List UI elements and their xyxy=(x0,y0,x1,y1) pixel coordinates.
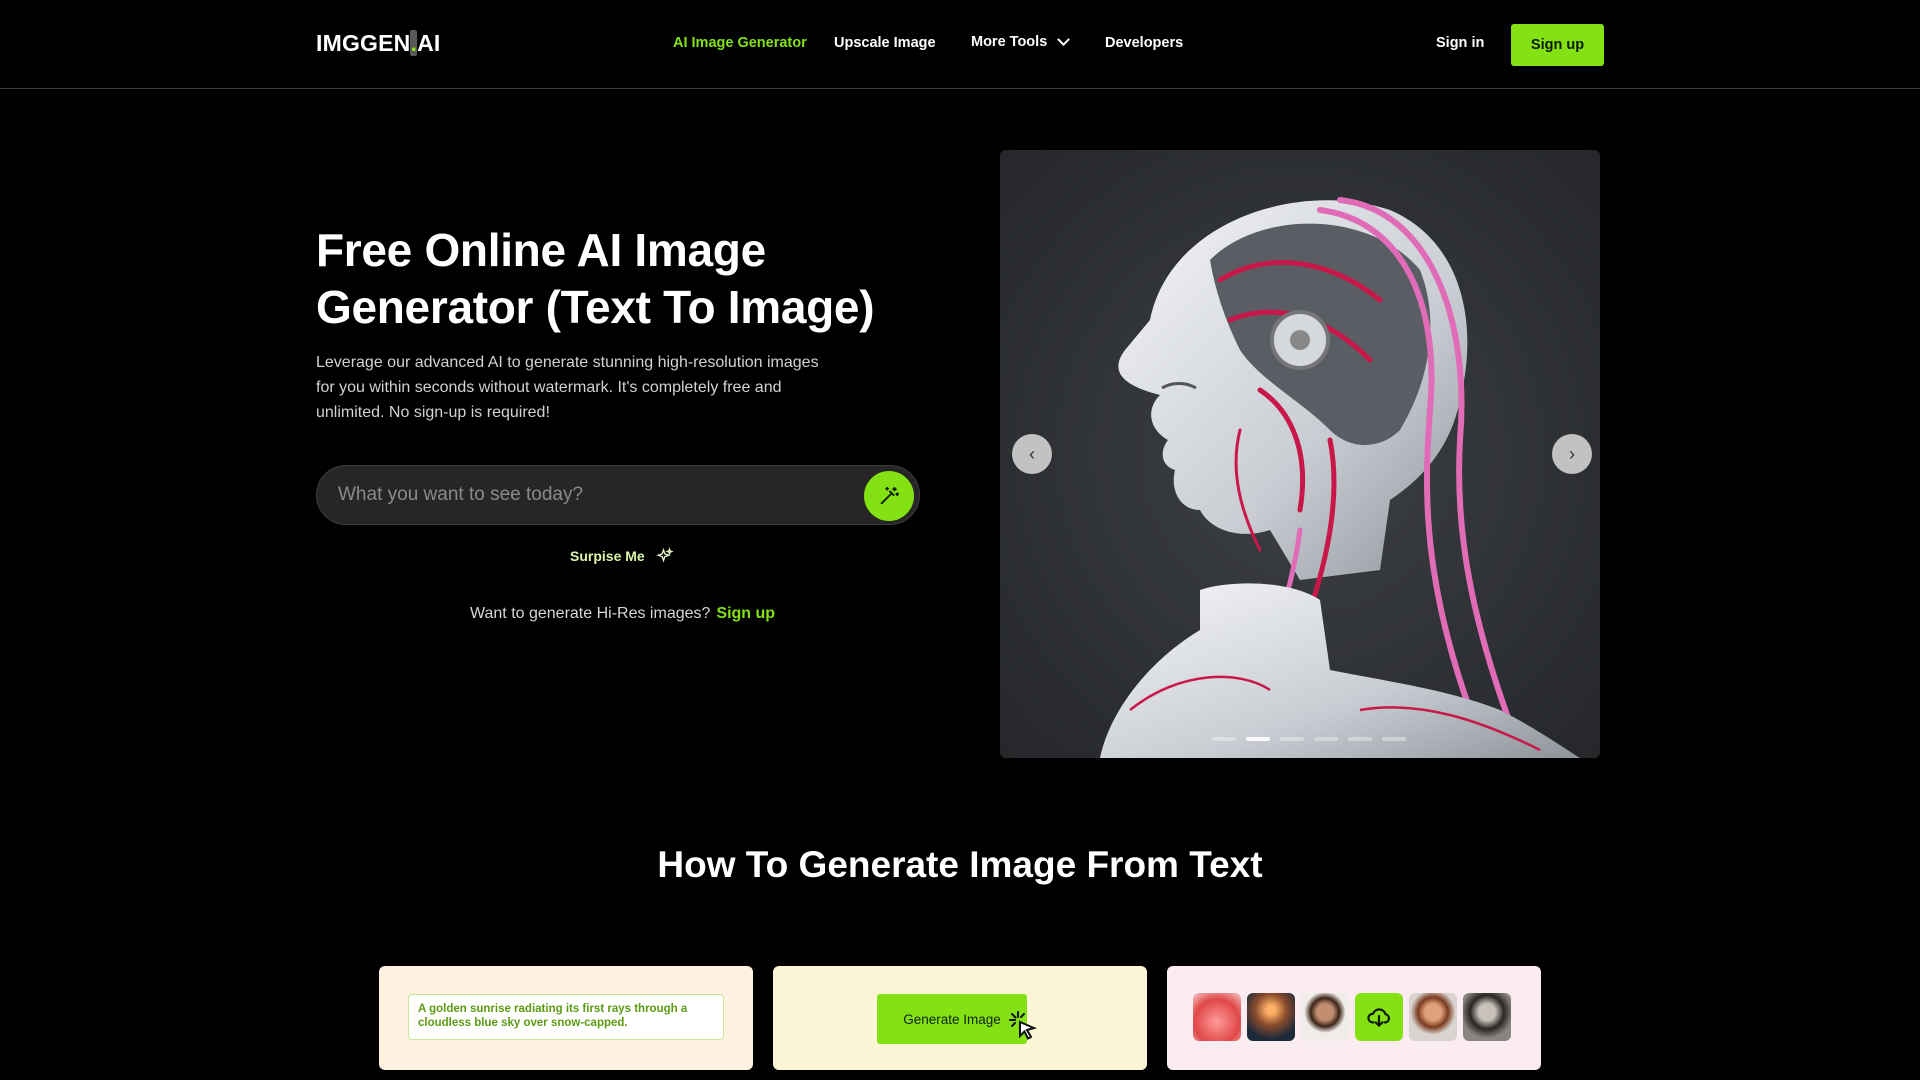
hires-sign-up-link[interactable]: Sign up xyxy=(716,605,775,623)
step-card-generate: Generate Image xyxy=(773,966,1147,1070)
magic-wand-icon xyxy=(880,486,900,505)
nav-developers[interactable]: Developers xyxy=(1105,35,1183,51)
surprise-me-button[interactable]: Surpise Me xyxy=(570,547,674,565)
chevron-down-icon xyxy=(1057,32,1071,46)
carousel-prev-button[interactable]: ‹ xyxy=(1012,434,1052,474)
carousel-next-button[interactable]: › xyxy=(1552,434,1592,474)
prompt-search-bar xyxy=(316,465,920,525)
step-card-download xyxy=(1167,966,1541,1070)
generated-thumbnails xyxy=(1193,993,1511,1041)
how-to-title: How To Generate Image From Text xyxy=(657,844,1263,885)
cyborg-head-image xyxy=(1000,150,1600,758)
nav-ai-image-generator[interactable]: AI Image Generator xyxy=(673,35,807,51)
site-header: IMGGEN.AI AI Image Generator Upscale Ima… xyxy=(0,0,1920,89)
nav-more-tools[interactable]: More Tools xyxy=(971,32,1071,50)
prompt-input[interactable] xyxy=(338,466,838,524)
generate-magic-button[interactable] xyxy=(864,471,914,521)
sign-in-link[interactable]: Sign in xyxy=(1436,35,1484,51)
carousel-dot[interactable] xyxy=(1348,737,1372,741)
hires-prompt: Want to generate Hi-Res images? Sign up xyxy=(470,605,775,623)
logo-main: IMGGEN xyxy=(316,30,411,56)
thumbnail-image xyxy=(1193,993,1241,1041)
nav-upscale-image[interactable]: Upscale Image xyxy=(834,35,936,51)
carousel-dot[interactable] xyxy=(1212,737,1236,741)
thumbnail-image xyxy=(1409,993,1457,1041)
logo[interactable]: IMGGEN.AI xyxy=(316,30,440,57)
carousel-dot[interactable] xyxy=(1314,737,1338,741)
hires-text: Want to generate Hi-Res images? xyxy=(470,605,711,622)
hero-title: Free Online AI Image Generator (Text To … xyxy=(316,224,875,333)
cloud-download-icon xyxy=(1367,1008,1390,1027)
carousel-dot[interactable] xyxy=(1382,737,1406,741)
click-cursor-icon xyxy=(1009,1011,1037,1040)
example-generate-button: Generate Image xyxy=(877,994,1027,1044)
step-card-prompt: A golden sunrise radiating its first ray… xyxy=(379,966,753,1070)
carousel-dot[interactable] xyxy=(1246,737,1270,741)
hero-description: Leverage our advanced AI to generate stu… xyxy=(316,354,819,421)
thumbnail-image xyxy=(1463,993,1511,1041)
nav-more-tools-label: More Tools xyxy=(971,34,1048,50)
thumbnail-image xyxy=(1301,993,1349,1041)
chevron-right-icon: › xyxy=(1569,443,1575,464)
carousel-indicators xyxy=(1212,737,1406,741)
example-prompt-text: A golden sunrise radiating its first ray… xyxy=(408,994,724,1040)
hero-image-carousel: ‹ › xyxy=(1000,150,1600,758)
chevron-left-icon: ‹ xyxy=(1029,443,1035,464)
carousel-dot[interactable] xyxy=(1280,737,1304,741)
sparkle-icon xyxy=(655,547,674,563)
thumbnail-image xyxy=(1247,993,1295,1041)
sign-up-button[interactable]: Sign up xyxy=(1511,24,1604,66)
logo-suffix: AI xyxy=(417,30,441,56)
surprise-me-label: Surpise Me xyxy=(570,548,645,564)
download-thumbnail xyxy=(1355,993,1403,1041)
